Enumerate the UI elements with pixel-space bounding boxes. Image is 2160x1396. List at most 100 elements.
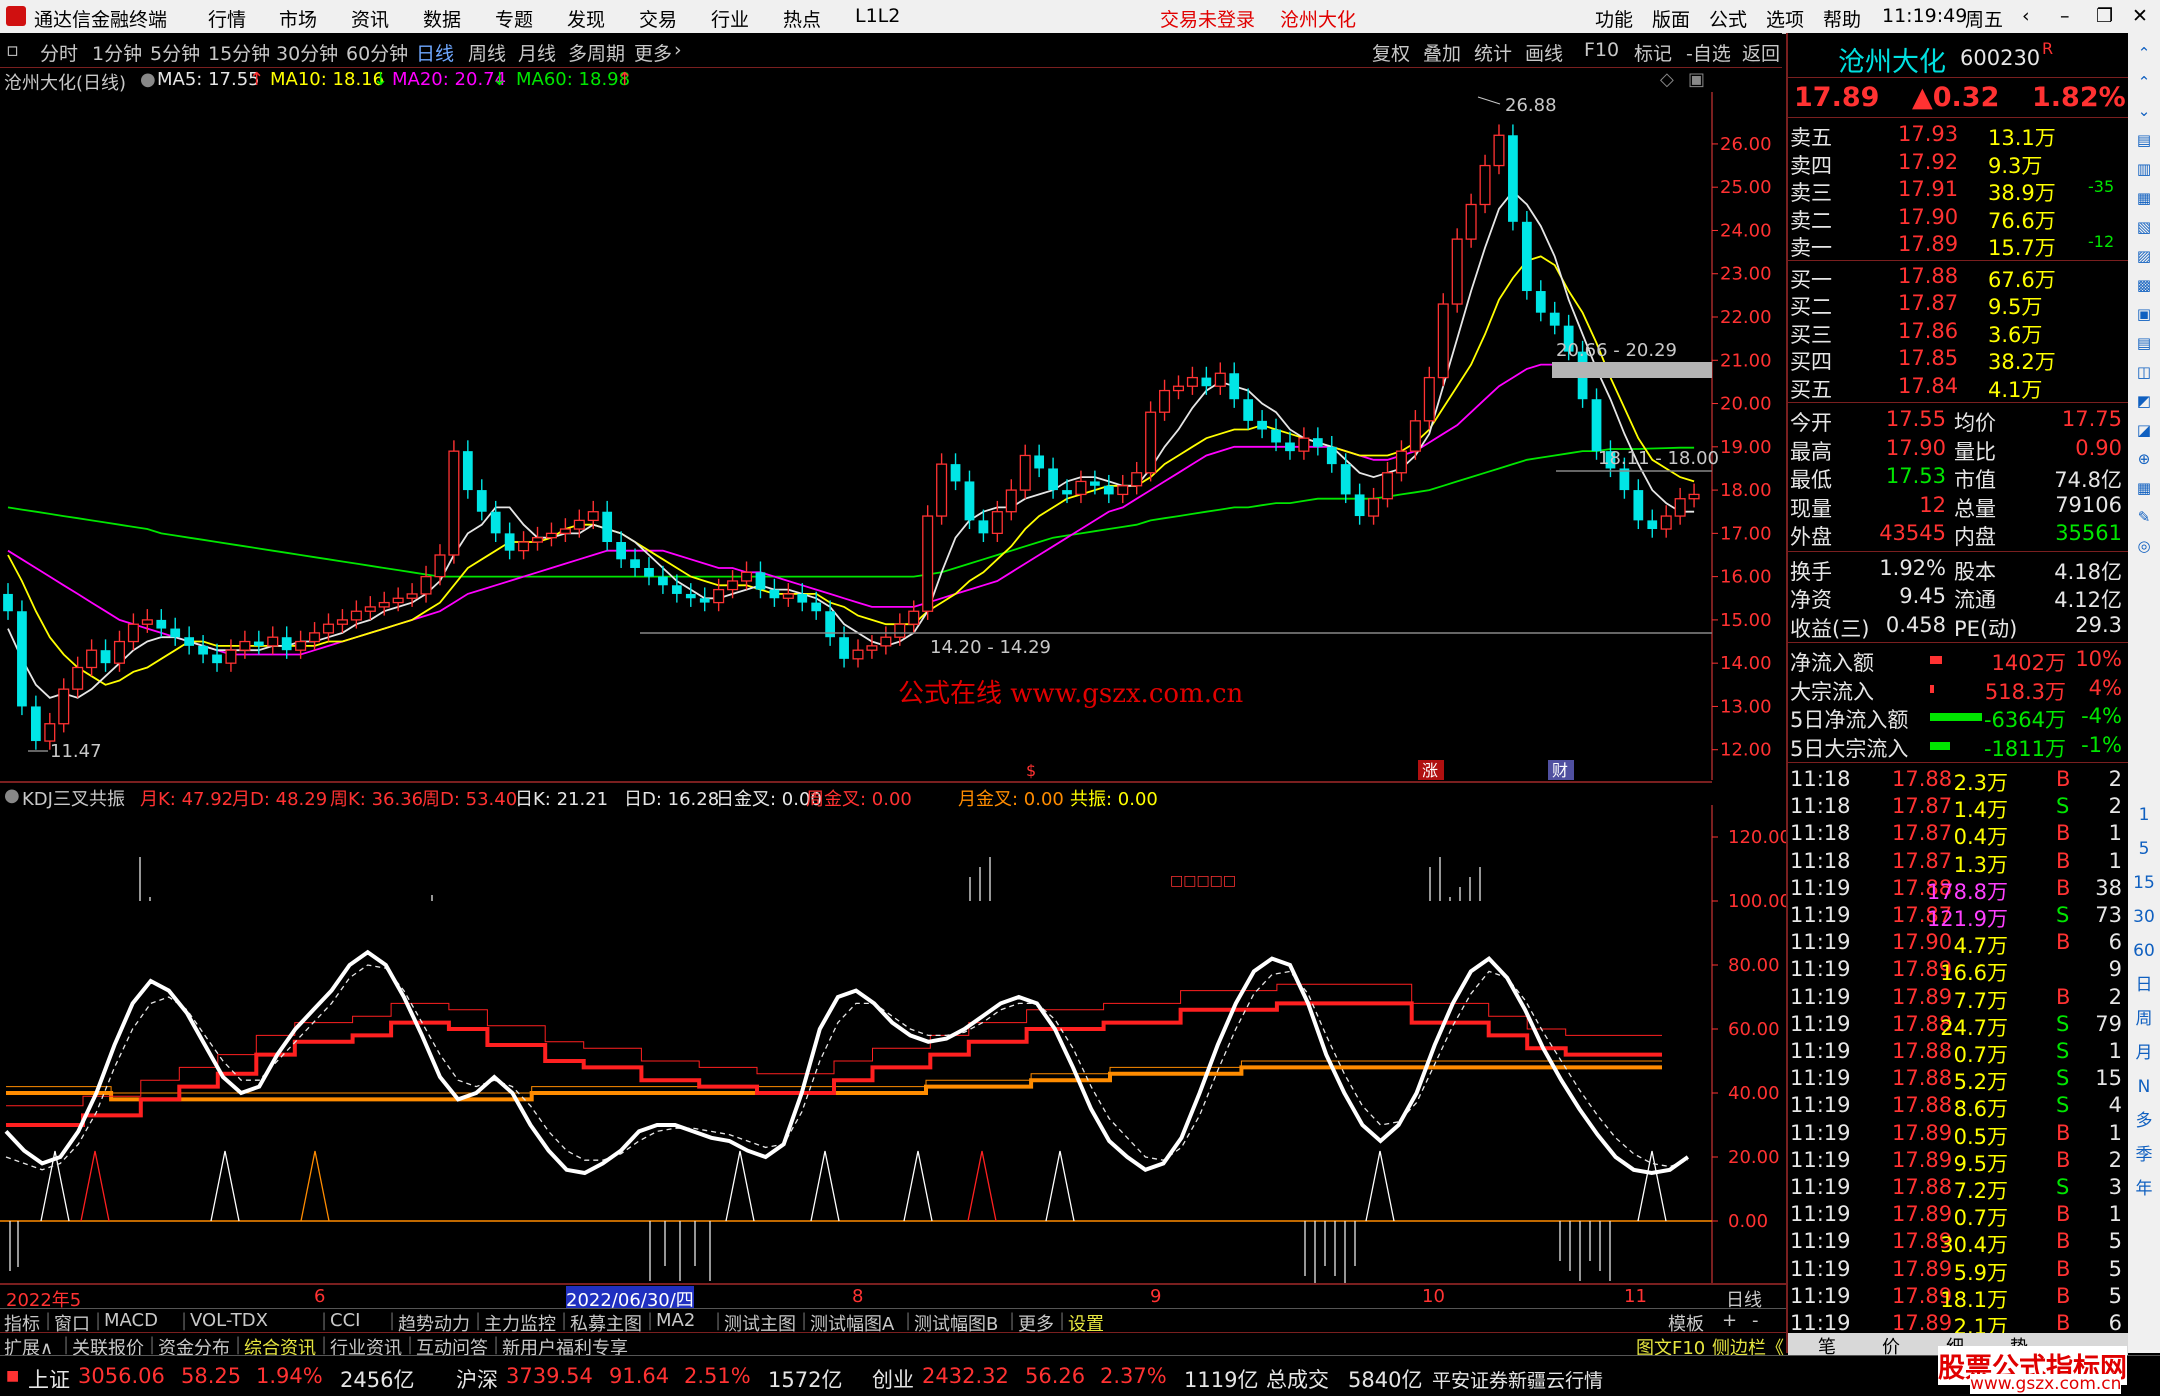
ask-row[interactable]: 卖三 17.91 38.9万 -35	[1788, 176, 2128, 205]
tool-fanhui[interactable]: 返回	[1742, 39, 1780, 66]
flow-row: 5日净流入额 -6364万 -4%	[1788, 703, 2128, 732]
app-logo-icon	[6, 6, 26, 26]
restore-icon[interactable]: ❐	[2096, 5, 2113, 27]
period-weekly[interactable]: 周线	[468, 39, 506, 66]
menu-l1l2[interactable]: L1L2	[855, 5, 900, 27]
side-period-10[interactable]: 季	[2132, 1143, 2156, 1167]
side-period-7[interactable]: 月	[2132, 1041, 2156, 1065]
ask-row[interactable]: 卖一 17.89 15.7万 -12	[1788, 231, 2128, 260]
side-period-11[interactable]: 年	[2132, 1177, 2156, 1201]
menu-zixun[interactable]: 资讯	[351, 5, 389, 32]
menu-gongshi[interactable]: 公式	[1709, 5, 1747, 32]
side-period-8[interactable]: N	[2132, 1075, 2156, 1099]
period-1min[interactable]: 1分钟	[92, 39, 142, 66]
index-name[interactable]: 上证	[28, 1364, 70, 1394]
side-tool-icon[interactable]: ◫	[2132, 360, 2156, 384]
close-icon[interactable]: ✕	[2132, 5, 2148, 27]
side-tool-icon[interactable]: ⌃	[2132, 70, 2156, 94]
index-name[interactable]: 创业	[872, 1364, 914, 1394]
menu-gongneng[interactable]: 功能	[1595, 5, 1633, 32]
side-tool-icon[interactable]: ✎	[2132, 505, 2156, 529]
menu-hangye[interactable]: 行业	[711, 5, 749, 32]
side-tool-icon[interactable]: ▥	[2132, 157, 2156, 181]
candlestick-chart[interactable]: 26.00 25.00 24.00 23.00 22.00 21.00 20.00 19.00…	[0, 92, 1786, 780]
ask-row[interactable]: 卖二 17.90 76.6万	[1788, 204, 2128, 233]
side-period-2[interactable]: 15	[2132, 871, 2156, 895]
indicator-tab-2[interactable]: MACD	[104, 1310, 158, 1331]
side-tool-icon[interactable]: ◎	[2132, 534, 2156, 558]
template-tab-1[interactable]: +	[1722, 1310, 1737, 1331]
diamond-icon[interactable]: ◇	[1660, 69, 1674, 90]
indicator-tab-4[interactable]: CCI	[330, 1310, 360, 1331]
side-period-0[interactable]: 1	[2132, 803, 2156, 827]
menu-zhuanti[interactable]: 专题	[495, 5, 533, 32]
chevron-right-icon[interactable]: ›	[674, 39, 682, 61]
side-tool-icon[interactable]: ⊕	[2132, 447, 2156, 471]
period-60min[interactable]: 60分钟	[346, 39, 408, 66]
side-tool-icon[interactable]: ▦	[2132, 476, 2156, 500]
candle-body	[1535, 291, 1546, 313]
tool-zixuan[interactable]: -自选	[1686, 39, 1731, 66]
side-tool-icon[interactable]: ◪	[2132, 418, 2156, 442]
side-period-4[interactable]: 60	[2132, 939, 2156, 963]
template-tab-2[interactable]: -	[1752, 1310, 1759, 1331]
bid-row[interactable]: 买三 17.86 3.6万	[1788, 318, 2128, 347]
period-30min[interactable]: 30分钟	[276, 39, 338, 66]
bid-row[interactable]: 买二 17.87 9.5万	[1788, 290, 2128, 319]
tab-divider: |	[905, 1310, 912, 1331]
ask-row[interactable]: 卖四 17.92 9.3万	[1788, 149, 2128, 178]
index-name[interactable]: 沪深	[456, 1364, 498, 1394]
tool-fuquan[interactable]: 复权	[1372, 39, 1410, 66]
period-5min[interactable]: 5分钟	[150, 39, 200, 66]
bid-row[interactable]: 买五 17.84 4.1万	[1788, 373, 2128, 402]
kdj-chart[interactable]: 120.00 100.00 80.00 60.00 40.00 20.00 0.00 □□□…	[0, 805, 1786, 1285]
candle-body	[434, 554, 446, 578]
menu-xuanxiang[interactable]: 选项	[1766, 5, 1804, 32]
side-tool-icon[interactable]: ◩	[2132, 389, 2156, 413]
tick-row: 11:19 17.89 30.4万 B 5	[1788, 1228, 2128, 1257]
period-monthly[interactable]: 月线	[518, 39, 556, 66]
tool-tongji[interactable]: 统计	[1474, 39, 1512, 66]
side-tool-icon[interactable]: ⌃	[2132, 41, 2156, 65]
side-tool-icon[interactable]: ▤	[2132, 128, 2156, 152]
side-tool-icon[interactable]: ▧	[2132, 215, 2156, 239]
trade-status[interactable]: 交易未登录	[1160, 5, 1255, 32]
tool-f10[interactable]: F10	[1584, 39, 1619, 61]
tool-biaoji[interactable]: 标记	[1634, 39, 1672, 66]
side-period-3[interactable]: 30	[2132, 905, 2156, 929]
period-fenshi[interactable]: 分时	[40, 39, 78, 66]
minimize-icon[interactable]: –	[2060, 5, 2070, 27]
ask-row[interactable]: 卖五 17.93 13.1万	[1788, 121, 2128, 150]
menu-banmian[interactable]: 版面	[1652, 5, 1690, 32]
sidebar-toggle-icon[interactable]: ▫	[6, 39, 19, 61]
period-15min[interactable]: 15分钟	[208, 39, 270, 66]
menu-redian[interactable]: 热点	[783, 5, 821, 32]
expand-icon[interactable]: ▣	[1688, 69, 1705, 90]
indicator-tab-8[interactable]: MA2	[656, 1310, 695, 1331]
bid-row[interactable]: 买一 17.88 67.6万	[1788, 263, 2128, 292]
period-multi[interactable]: 多周期	[568, 39, 625, 66]
period-daily[interactable]: 日线	[416, 39, 454, 66]
side-tool-icon[interactable]: ▦	[2132, 186, 2156, 210]
side-tool-icon[interactable]: ⌄	[2132, 99, 2156, 123]
indicator-tab-3[interactable]: VOL-TDX	[190, 1310, 268, 1331]
menu-shichang[interactable]: 市场	[279, 5, 317, 32]
tool-huaxian[interactable]: 画线	[1525, 39, 1563, 66]
period-more[interactable]: 更多	[634, 39, 672, 66]
side-period-9[interactable]: 多	[2132, 1109, 2156, 1133]
side-tool-icon[interactable]: ▨	[2132, 244, 2156, 268]
back-arrow-icon[interactable]: ‹	[2022, 5, 2030, 27]
side-period-1[interactable]: 5	[2132, 837, 2156, 861]
menu-hangqing[interactable]: 行情	[208, 5, 246, 32]
menu-faxian[interactable]: 发现	[567, 5, 605, 32]
side-tool-icon[interactable]: ▤	[2132, 331, 2156, 355]
side-tool-icon[interactable]: ▩	[2132, 273, 2156, 297]
side-period-6[interactable]: 周	[2132, 1007, 2156, 1031]
menu-bangzhu[interactable]: 帮助	[1823, 5, 1861, 32]
menu-jiaoyi[interactable]: 交易	[639, 5, 677, 32]
side-tool-icon[interactable]: ▣	[2132, 302, 2156, 326]
tool-diejia[interactable]: 叠加	[1423, 39, 1461, 66]
bid-row[interactable]: 买四 17.85 38.2万	[1788, 345, 2128, 374]
side-period-5[interactable]: 日	[2132, 973, 2156, 997]
menu-shuju[interactable]: 数据	[423, 5, 461, 32]
